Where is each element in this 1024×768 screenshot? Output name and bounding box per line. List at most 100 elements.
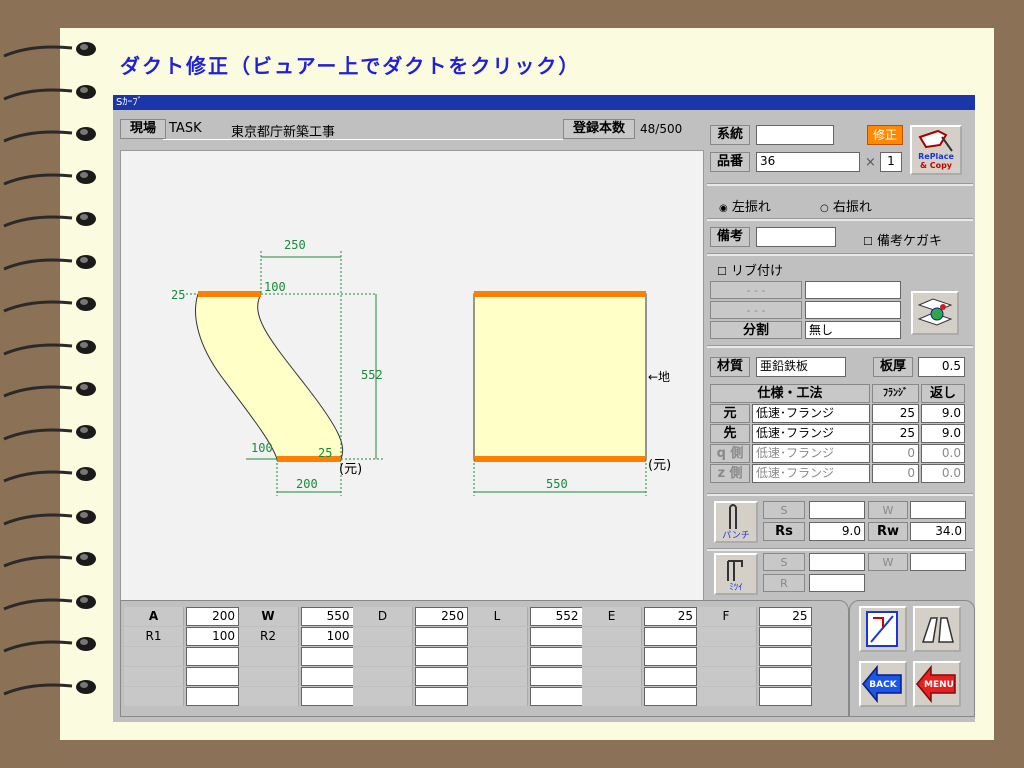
param-label — [696, 627, 757, 646]
material-field[interactable]: 亜鉛鉄板 — [756, 357, 846, 377]
mitsui-button[interactable]: ﾐﾂｲ — [714, 553, 758, 595]
punch-icon: パンチ — [722, 504, 750, 541]
duct-view-icon — [921, 617, 954, 643]
spiral-ring — [3, 339, 96, 355]
rw-field[interactable]: 34.0 — [910, 522, 966, 541]
back-button[interactable]: BACK — [859, 661, 907, 707]
left-swing-radio[interactable]: ◉ 左振れ — [719, 196, 771, 215]
flange-header: ﾌﾗﾝｼﾞ — [872, 384, 919, 403]
spec-row-flange[interactable]: 0 — [872, 464, 919, 483]
dim-25-bottom: 25 — [318, 446, 332, 460]
right-swing-radio[interactable]: ○ 右振れ — [820, 196, 872, 215]
param-value[interactable] — [300, 647, 354, 666]
param-value[interactable] — [529, 647, 583, 666]
param-value[interactable] — [186, 687, 239, 706]
spec-row-flange[interactable]: 25 — [872, 404, 919, 423]
param-value[interactable] — [415, 647, 468, 666]
param-value[interactable] — [758, 667, 812, 686]
param-label — [696, 687, 757, 706]
quantity-field[interactable]: 1 — [880, 152, 902, 172]
view-switch-button[interactable] — [913, 606, 961, 652]
measure-button[interactable] — [859, 606, 907, 652]
param-value[interactable]: 550 — [300, 607, 354, 626]
punch-s-field[interactable] — [809, 501, 865, 519]
param-value[interactable] — [529, 687, 583, 706]
param-value[interactable] — [644, 627, 697, 646]
param-value[interactable] — [300, 687, 354, 706]
param-value[interactable] — [529, 627, 583, 646]
rib-settings-button[interactable] — [911, 291, 959, 335]
duct-drawing[interactable]: 250 100 25 552 100 25 200 (元) 550 ←地 (元) — [121, 151, 703, 606]
param-value[interactable] — [644, 687, 697, 706]
spec-row-flange[interactable]: 25 — [872, 424, 919, 443]
param-value[interactable]: 200 — [186, 607, 239, 626]
param-value[interactable] — [644, 667, 697, 686]
param-value[interactable] — [758, 687, 812, 706]
param-label — [696, 667, 757, 686]
mitsui-w-field[interactable] — [910, 553, 966, 571]
param-value[interactable]: 100 — [300, 627, 354, 646]
spec-row-return[interactable]: 9.0 — [921, 424, 965, 443]
spec-row-method[interactable]: 低速･フランジ — [752, 444, 870, 463]
mitsui-s-field[interactable] — [809, 553, 865, 571]
param-value[interactable] — [186, 647, 239, 666]
measure-icon — [866, 611, 898, 647]
spec-row-method[interactable]: 低速･フランジ — [752, 424, 870, 443]
spec-row-return[interactable]: 0.0 — [921, 464, 965, 483]
spiral-ring — [3, 42, 96, 58]
param-value[interactable] — [529, 667, 583, 686]
remark-mark-label: 備考ケガキ — [877, 234, 943, 249]
punch-w-field[interactable] — [910, 501, 966, 519]
param-value[interactable]: 25 — [644, 607, 697, 626]
mitsui-s-label: S — [763, 553, 805, 571]
param-value[interactable] — [415, 627, 468, 646]
spec-row-return[interactable]: 9.0 — [921, 404, 965, 423]
rib-field-2[interactable] — [805, 301, 901, 319]
thickness-field[interactable]: 0.5 — [918, 357, 965, 377]
split-field[interactable]: 無し — [805, 321, 901, 339]
mitsui-r-field[interactable] — [809, 574, 865, 592]
left-swing-label: 左振れ — [731, 200, 771, 215]
fix-button[interactable]: 修正 — [867, 125, 903, 145]
menu-button[interactable]: MENU — [913, 661, 961, 707]
param-value[interactable] — [300, 667, 354, 686]
punch-button[interactable]: パンチ — [714, 501, 758, 543]
param-value[interactable] — [186, 667, 239, 686]
remark-mark-checkbox[interactable]: ☐ 備考ケガキ — [863, 230, 942, 249]
system-field[interactable] — [756, 125, 834, 145]
front-duct-shape[interactable] — [473, 293, 647, 460]
spec-row-return[interactable]: 0.0 — [921, 444, 965, 463]
param-value[interactable]: 250 — [415, 607, 468, 626]
spec-row-flange[interactable]: 0 — [872, 444, 919, 463]
param-value[interactable]: 100 — [186, 627, 239, 646]
param-label — [238, 667, 299, 686]
param-label — [467, 647, 528, 666]
param-value[interactable] — [758, 647, 812, 666]
mitsui-label: ﾐﾂｲ — [729, 583, 743, 593]
part-number-field[interactable]: 36 — [756, 152, 860, 172]
rib-field-1[interactable] — [805, 281, 901, 299]
spiral-ring — [3, 637, 96, 653]
param-value[interactable] — [415, 667, 468, 686]
spec-row-method[interactable]: 低速･フランジ — [752, 464, 870, 483]
curve-duct-shape[interactable] — [195, 293, 344, 460]
return-header: 返し — [921, 384, 965, 403]
param-value[interactable] — [758, 627, 812, 646]
menu-arrow-icon: MENU — [916, 664, 956, 704]
replace-copy-button[interactable]: RePlace & Copy — [910, 125, 962, 175]
rs-field[interactable]: 9.0 — [809, 522, 865, 541]
spec-row-method[interactable]: 低速･フランジ — [752, 404, 870, 423]
duct-viewer[interactable]: 250 100 25 552 100 25 200 (元) 550 ←地 (元) — [120, 150, 704, 607]
rib-checkbox[interactable]: ☐ リブ付け — [717, 260, 783, 279]
spiral-ring — [3, 169, 96, 185]
param-value[interactable] — [644, 647, 697, 666]
param-label — [467, 687, 528, 706]
param-value[interactable]: 25 — [758, 607, 812, 626]
divider — [707, 493, 973, 496]
count-label: 登録本数 — [563, 119, 635, 139]
remark-field[interactable] — [756, 227, 836, 247]
split-label: 分割 — [710, 321, 802, 339]
param-value[interactable] — [415, 687, 468, 706]
param-value[interactable]: 552 — [529, 607, 583, 626]
param-label — [353, 667, 413, 686]
